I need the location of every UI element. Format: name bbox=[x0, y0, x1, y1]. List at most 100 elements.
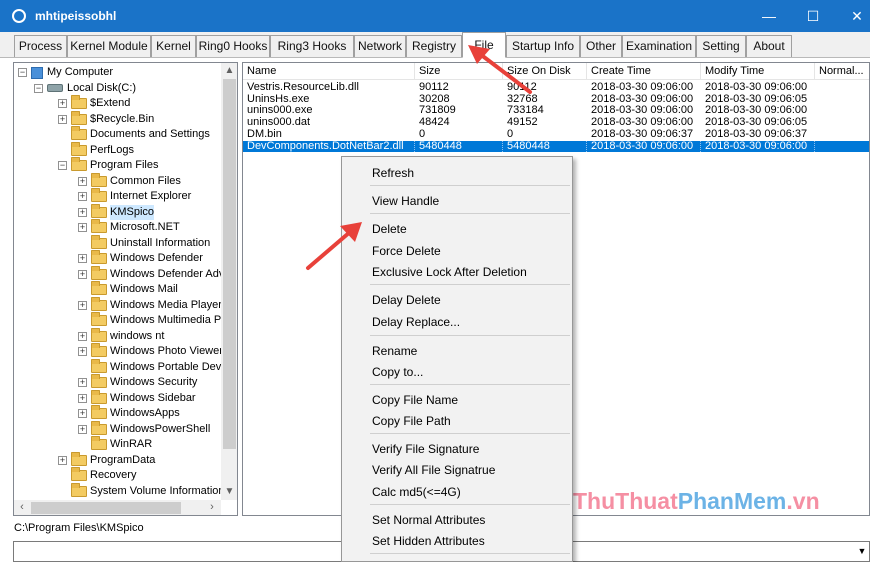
tree-item[interactable]: WinRAR bbox=[78, 436, 152, 453]
expand-icon[interactable]: + bbox=[78, 409, 87, 419]
expand-icon[interactable]: + bbox=[78, 223, 87, 233]
tree-item[interactable]: Documents and Settings bbox=[58, 126, 210, 143]
tab-ring0-hooks[interactable]: Ring0 Hooks bbox=[196, 35, 270, 57]
tree-item[interactable]: + $Recycle.Bin bbox=[58, 110, 154, 128]
menu-item-rename[interactable]: Rename bbox=[372, 344, 417, 358]
menu-item-set-normal-attributes[interactable]: Set Normal Attributes bbox=[372, 513, 485, 527]
tab-process[interactable]: Process bbox=[14, 35, 67, 57]
expand-icon[interactable]: + bbox=[78, 176, 87, 186]
expand-icon[interactable]: + bbox=[78, 347, 87, 357]
tree-item-label: Windows Media Player bbox=[110, 298, 222, 311]
expand-icon[interactable]: + bbox=[58, 114, 67, 124]
table-cell: 2018-03-30 09:06:00 bbox=[701, 140, 815, 152]
menu-item-exclusive-lock-after-deletion[interactable]: Exclusive Lock After Deletion bbox=[372, 265, 527, 279]
expand-icon[interactable]: + bbox=[78, 207, 87, 217]
tree-item[interactable]: + Windows Photo Viewer bbox=[78, 343, 223, 360]
tree-item[interactable]: + Windows Defender bbox=[78, 250, 203, 267]
scroll-left-icon[interactable]: ‹ bbox=[14, 500, 30, 515]
tab-about[interactable]: About bbox=[746, 35, 792, 57]
folder-tree[interactable]: − My Computer − Local Disk(C:) + $Extend + $Rec… bbox=[13, 62, 238, 516]
menu-item-force-delete[interactable]: Force Delete bbox=[372, 244, 441, 258]
menu-item-copy-file-path[interactable]: Copy File Path bbox=[372, 414, 451, 428]
scroll-right-icon[interactable]: › bbox=[204, 500, 220, 515]
scroll-thumb-horizontal[interactable] bbox=[31, 502, 181, 514]
tree-item[interactable]: − My Computer bbox=[18, 65, 113, 81]
tab-examination[interactable]: Examination bbox=[622, 35, 696, 57]
expand-icon[interactable]: + bbox=[78, 269, 87, 279]
tree-item[interactable]: + Windows Sidebar bbox=[78, 389, 196, 407]
table-cell: unins000.exe bbox=[247, 105, 313, 117]
expand-icon[interactable]: + bbox=[78, 424, 87, 434]
menu-item-verify-all-file-signatrue[interactable]: Verify All File Signatrue bbox=[372, 463, 495, 477]
tree-item[interactable]: + KMSpico bbox=[78, 203, 155, 221]
menu-item-delay-delete[interactable]: Delay Delete bbox=[372, 293, 441, 307]
table-row[interactable]: unins000.dat 48424 49152 2018-03-30 09:06:0… bbox=[243, 117, 869, 129]
table-row[interactable]: unins000.exe 731809 733184 2018-03-30 09:06… bbox=[243, 105, 869, 117]
collapse-icon[interactable]: − bbox=[18, 68, 27, 78]
tree-item[interactable]: PerfLogs bbox=[58, 141, 134, 159]
table-row[interactable]: DM.bin 0 0 2018-03-30 09:06:37 2018-03-30 09… bbox=[243, 129, 869, 141]
tree-item[interactable]: Windows Mail bbox=[78, 281, 178, 298]
tab-other[interactable]: Other bbox=[580, 35, 622, 57]
scroll-thumb[interactable] bbox=[223, 79, 236, 449]
minimize-button[interactable]: — bbox=[748, 0, 790, 32]
tree-vertical-scrollbar[interactable]: ▲ ▼ bbox=[221, 63, 237, 500]
tree-item[interactable]: + Microsoft.NET bbox=[78, 219, 180, 236]
column-header[interactable]: Create Time bbox=[587, 63, 701, 80]
expand-icon[interactable]: + bbox=[78, 254, 87, 264]
menu-item-calc-md5-4g[interactable]: Calc md5(<=4G) bbox=[372, 485, 461, 499]
tree-item[interactable]: + $Extend bbox=[58, 95, 130, 112]
maximize-button[interactable]: ☐ bbox=[792, 0, 834, 32]
menu-item-copy-file-name[interactable]: Copy File Name bbox=[372, 393, 458, 407]
tree-item[interactable]: Recovery bbox=[58, 467, 136, 484]
menu-item-delete[interactable]: Delete bbox=[372, 222, 407, 236]
expand-icon[interactable]: + bbox=[58, 455, 67, 465]
scroll-up-icon[interactable]: ▲ bbox=[221, 63, 237, 79]
menu-item-refresh[interactable]: Refresh bbox=[372, 166, 414, 180]
collapse-icon[interactable]: − bbox=[58, 161, 67, 171]
expand-icon[interactable]: + bbox=[78, 192, 87, 202]
tree-item[interactable]: + WindowsPowerShell bbox=[78, 420, 210, 438]
tab-registry[interactable]: Registry bbox=[406, 35, 462, 57]
table-row[interactable]: Vestris.ResourceLib.dll90112901122018-03… bbox=[243, 82, 869, 94]
column-header[interactable]: Modify Time bbox=[701, 63, 815, 80]
table-row[interactable]: UninsHs.exe 30208 32768 2018-03-30 09:06:00… bbox=[243, 94, 869, 106]
tree-item[interactable]: + windows nt bbox=[78, 327, 164, 345]
chevron-down-icon[interactable]: ▼ bbox=[855, 542, 869, 561]
close-button[interactable]: ✕ bbox=[836, 0, 870, 32]
tree-item[interactable]: − Program Files bbox=[58, 157, 158, 174]
tree-item[interactable]: − Local Disk(C:) bbox=[34, 81, 136, 97]
tree-item[interactable]: + ProgramData bbox=[58, 451, 155, 469]
column-header[interactable]: Normal... bbox=[815, 63, 869, 80]
collapse-icon[interactable]: − bbox=[34, 83, 43, 93]
expand-icon[interactable]: + bbox=[78, 393, 87, 403]
tab-kernel[interactable]: Kernel bbox=[151, 35, 196, 57]
tab-kernel-module[interactable]: Kernel Module bbox=[67, 35, 151, 57]
menu-item-view-handle[interactable]: View Handle bbox=[372, 194, 439, 208]
tab-ring3-hooks[interactable]: Ring3 Hooks bbox=[270, 35, 354, 57]
menu-item-copy-to[interactable]: Copy to... bbox=[372, 365, 423, 379]
tree-item[interactable]: Windows Portable Devic bbox=[78, 358, 229, 376]
tree-item[interactable]: + Windows Media Player bbox=[78, 296, 222, 314]
tree-horizontal-scrollbar[interactable]: ‹ › bbox=[14, 500, 221, 515]
expand-icon[interactable]: + bbox=[78, 331, 87, 341]
expand-icon[interactable]: + bbox=[58, 99, 67, 109]
tree-item[interactable]: + Windows Security bbox=[78, 374, 197, 391]
table-row[interactable]: DevComponents.DotNetBar2.dll 5480448 54804… bbox=[243, 140, 869, 152]
expand-icon[interactable]: + bbox=[78, 300, 87, 310]
menu-item-verify-file-signature[interactable]: Verify File Signature bbox=[372, 442, 479, 456]
tree-item[interactable]: Uninstall Information bbox=[78, 234, 210, 252]
menu-item-delay-replace[interactable]: Delay Replace... bbox=[372, 315, 460, 329]
menu-item-set-hidden-attributes[interactable]: Set Hidden Attributes bbox=[372, 534, 485, 548]
tree-item[interactable]: + Windows Defender Adv bbox=[78, 265, 224, 283]
tree-item[interactable]: Windows Multimedia Pla bbox=[78, 312, 230, 329]
tab-network[interactable]: Network bbox=[354, 35, 406, 57]
tree-item[interactable]: + Common Files bbox=[78, 172, 181, 190]
tree-item[interactable]: + Internet Explorer bbox=[78, 188, 191, 205]
tree-item[interactable]: + WindowsApps bbox=[78, 405, 180, 422]
tab-setting[interactable]: Setting bbox=[696, 35, 746, 57]
expand-icon[interactable]: + bbox=[78, 378, 87, 388]
column-header[interactable]: Name bbox=[243, 63, 415, 80]
scroll-down-icon[interactable]: ▼ bbox=[221, 484, 237, 500]
tree-item[interactable]: System Volume Information bbox=[58, 482, 225, 500]
